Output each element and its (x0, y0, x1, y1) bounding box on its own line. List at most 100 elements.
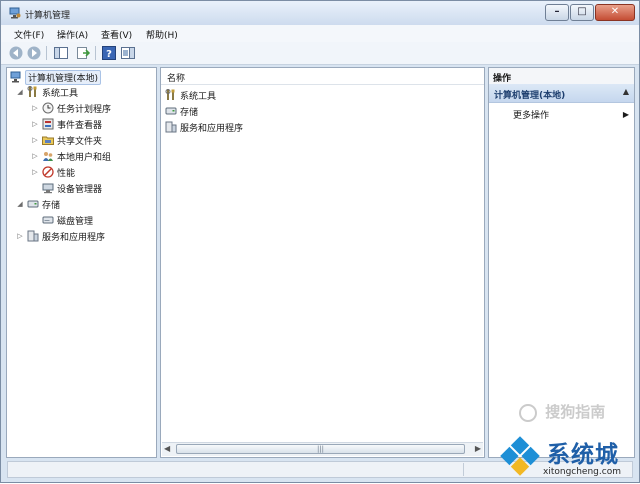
tree-item-system-tools[interactable]: ◢ 系统工具 (16, 85, 78, 99)
computer-management-icon (9, 7, 21, 19)
tree-item-shared-folders[interactable]: ▷ 共享文件夹 (31, 133, 102, 147)
content-pane: 名称 系统工具 存储 服务和应用程序 ◀ ||| ▶ (160, 67, 485, 458)
scrollbar-thumb[interactable]: ||| (176, 444, 465, 454)
more-actions-item[interactable]: 更多操作 ▶ (513, 107, 631, 121)
maximize-button[interactable]: □ (570, 4, 594, 21)
list-item[interactable]: 系统工具 (165, 88, 216, 102)
scrollbar-grip: ||| (316, 445, 325, 453)
forward-arrow-icon[interactable] (26, 45, 42, 61)
tree-item-disk-management[interactable]: 磁盘管理 (42, 213, 93, 227)
column-header-label: 名称 (167, 74, 186, 84)
collapse-up-icon[interactable]: ▲ (623, 87, 629, 96)
toolbar-separator (95, 46, 96, 60)
tree-item-services-apps[interactable]: ▷ 服务和应用程序 (16, 229, 105, 243)
storage-icon (27, 198, 39, 210)
maximize-icon: □ (577, 6, 587, 17)
collapse-arrow-icon[interactable]: ◢ (16, 88, 24, 96)
svg-text:?: ? (106, 49, 112, 60)
minimize-button[interactable]: – (545, 4, 569, 21)
show-hide-action-pane-icon[interactable] (120, 45, 136, 61)
list-item-label: 存储 (180, 107, 199, 118)
users-icon (42, 150, 54, 162)
disk-icon (42, 214, 54, 226)
scroll-right-arrow-icon[interactable]: ▶ (475, 444, 481, 453)
brand-name: 系统城 (547, 442, 619, 468)
window-title: 计算机管理 (25, 11, 71, 21)
name-column-header[interactable]: 名称 (161, 68, 484, 85)
tree-label: 本地用户和组 (57, 152, 112, 163)
expand-arrow-icon[interactable]: ▷ (31, 104, 39, 112)
horizontal-scrollbar[interactable]: ◀ ||| ▶ (162, 442, 483, 456)
tools-icon (165, 89, 177, 101)
computer-management-window: 计算机管理 – □ ✕ 文件(F) 操作(A) 查看(V) 帮助(H) ? 计算… (0, 0, 640, 483)
scroll-left-arrow-icon[interactable]: ◀ (164, 444, 170, 453)
help-icon[interactable]: ? (101, 45, 117, 61)
menu-view[interactable]: 查看(V) (101, 28, 132, 41)
actions-section-header[interactable]: 计算机管理(本地) ▲ (489, 84, 634, 103)
tools-icon (27, 86, 39, 98)
tree-root-label: 计算机管理(本地) (25, 69, 102, 85)
title-bar[interactable]: 计算机管理 – □ ✕ (1, 1, 639, 25)
toolbar-separator (46, 46, 47, 60)
actions-title: 操作 (493, 74, 512, 84)
computer-management-icon (10, 71, 22, 83)
window-controls: – □ ✕ (544, 4, 635, 21)
close-icon: ✕ (610, 6, 620, 17)
collapse-arrow-icon[interactable]: ◢ (16, 200, 24, 208)
status-divider (463, 463, 464, 476)
tree-item-task-scheduler[interactable]: ▷ 任务计划程序 (31, 101, 111, 115)
services-icon (165, 121, 177, 133)
tree-label: 设备管理器 (57, 184, 103, 195)
toolbar: ? (1, 42, 639, 65)
sogou-logo-icon (519, 403, 537, 422)
tree-item-device-manager[interactable]: 设备管理器 (42, 181, 102, 195)
expand-arrow-icon[interactable]: ▷ (31, 136, 39, 144)
tree-label: 事件查看器 (57, 120, 103, 131)
tree-label: 共享文件夹 (57, 136, 103, 147)
expand-arrow-icon[interactable]: ▷ (31, 120, 39, 128)
shared-folder-icon (42, 134, 54, 146)
list-item-label: 服务和应用程序 (180, 123, 244, 134)
services-icon (27, 230, 39, 242)
storage-icon (165, 105, 177, 117)
close-button[interactable]: ✕ (595, 4, 635, 21)
brand-url: xitongcheng.com (543, 467, 621, 477)
navigation-tree-pane: 计算机管理(本地) ◢ 系统工具 ▷ 任务计划程序 ▷ 事件查看器 ▷ 共享文件… (6, 67, 157, 458)
actions-section-label: 计算机管理(本地) (494, 91, 566, 101)
sogou-watermark-text: 搜狗指南 (545, 403, 606, 421)
list-item[interactable]: 服务和应用程序 (165, 120, 243, 134)
menu-action[interactable]: 操作(A) (57, 28, 88, 41)
performance-icon (42, 166, 54, 178)
device-manager-icon (42, 182, 54, 194)
sogou-watermark: 搜狗指南 (519, 401, 605, 422)
minimize-icon: – (554, 6, 560, 17)
submenu-arrow-icon: ▶ (622, 109, 629, 119)
tree-label: 存储 (42, 200, 61, 211)
menu-bar: 文件(F) 操作(A) 查看(V) 帮助(H) (1, 25, 639, 42)
tree-label: 任务计划程序 (57, 104, 112, 115)
tree-label: 服务和应用程序 (42, 232, 106, 243)
more-actions-label: 更多操作 (513, 110, 550, 121)
windows-flag-icon (500, 436, 540, 476)
list-item[interactable]: 存储 (165, 104, 198, 118)
clock-icon (42, 102, 54, 114)
tree-item-root[interactable]: 计算机管理(本地) (10, 69, 102, 85)
actions-header: 操作 (489, 68, 634, 85)
tree-item-storage[interactable]: ◢ 存储 (16, 197, 60, 211)
expand-arrow-icon[interactable]: ▷ (16, 232, 24, 240)
back-arrow-icon[interactable] (8, 45, 24, 61)
menu-help[interactable]: 帮助(H) (146, 28, 178, 41)
list-item-label: 系统工具 (180, 91, 217, 102)
expand-arrow-icon[interactable]: ▷ (31, 168, 39, 176)
show-hide-tree-icon[interactable] (53, 45, 69, 61)
export-list-icon[interactable] (75, 45, 91, 61)
tree-item-local-users[interactable]: ▷ 本地用户和组 (31, 149, 111, 163)
xitongcheng-logo: 系统城 xitongcheng.com (497, 431, 640, 484)
menu-file[interactable]: 文件(F) (14, 28, 44, 41)
actions-pane: 操作 计算机管理(本地) ▲ 更多操作 ▶ (488, 67, 635, 458)
expand-arrow-icon[interactable]: ▷ (31, 152, 39, 160)
tree-label: 性能 (57, 168, 76, 179)
tree-item-event-viewer[interactable]: ▷ 事件查看器 (31, 117, 102, 131)
tree-item-performance[interactable]: ▷ 性能 (31, 165, 75, 179)
event-viewer-icon (42, 118, 54, 130)
